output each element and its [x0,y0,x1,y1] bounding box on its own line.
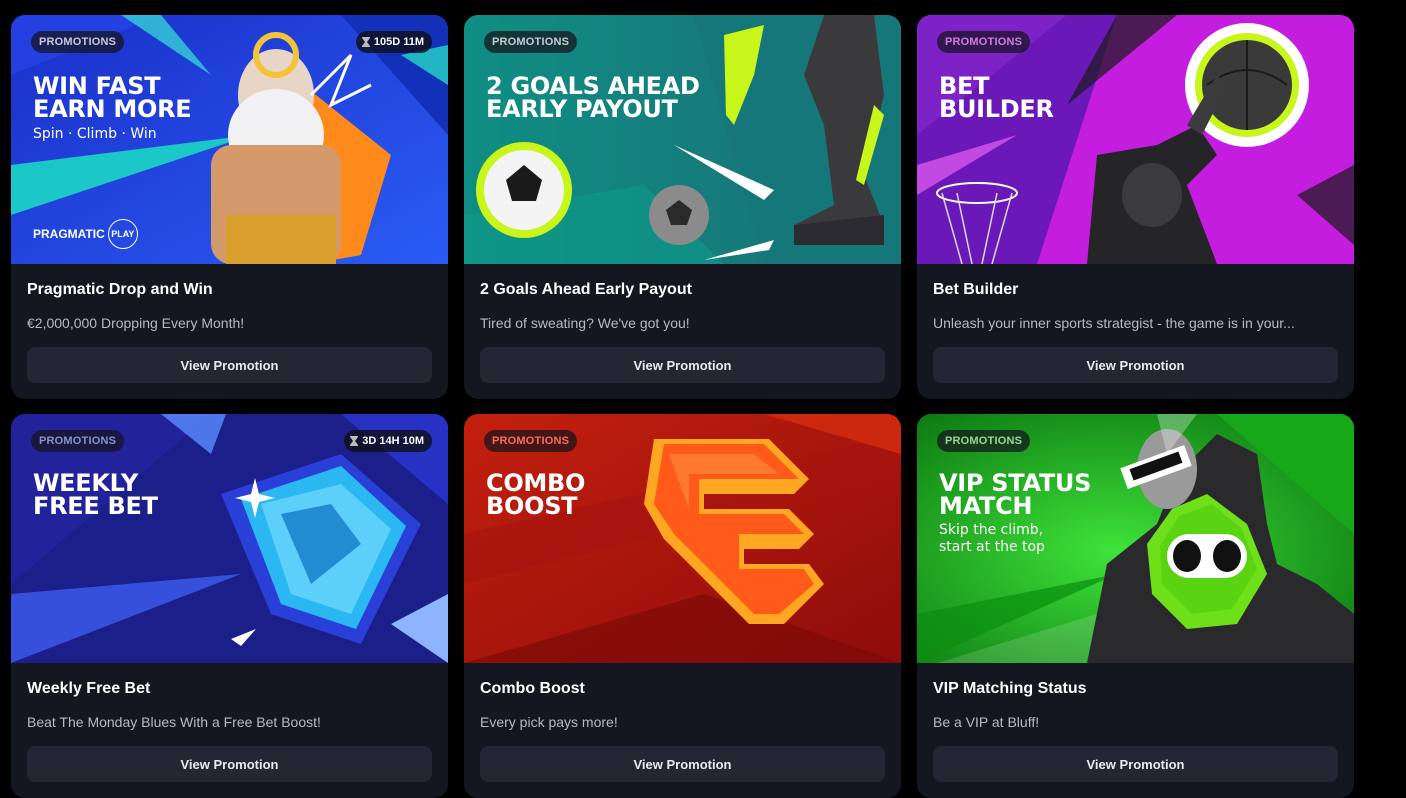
view-promotion-button[interactable]: View Promotion [480,347,885,383]
card-description: Unleash your inner sports strategist - t… [933,315,1295,331]
headline-line-2: EARN MORE [33,95,192,123]
headline-line-2: BUILDER [939,95,1054,123]
promo-banner-image[interactable]: PROMOTIONS 105D 11M WIN FAST EARN MORE S… [11,15,448,264]
promo-banner-image[interactable]: PROMOTIONS BET BUILDER [917,15,1354,264]
promotions-tag: PROMOTIONS [937,31,1031,53]
banner-headline: VIP STATUS MATCH [939,471,1091,520]
card-title: VIP Matching Status [933,680,1087,697]
banner-headline: 2 GOALS AHEAD EARLY PAYOUT [486,74,700,123]
view-promotion-button[interactable]: View Promotion [933,746,1338,782]
brand-suffix: PLAY [107,219,138,249]
card-description: Beat The Monday Blues With a Free Bet Bo… [27,714,321,730]
banner-headline: COMBO BOOST [486,471,585,520]
card-title: Bet Builder [933,281,1019,298]
timer-text: 3D 14H 10M [362,435,424,447]
promotions-tag: PROMOTIONS [31,31,125,53]
banner-headline: WIN FAST EARN MORE [33,74,192,123]
banner-headline: BET BUILDER [939,74,1054,123]
headline-line-2: FREE BET [33,492,158,520]
banner-headline: WEEKLY FREE BET [33,471,158,520]
countdown-timer: 3D 14H 10M [344,430,432,452]
promotions-tag: PROMOTIONS [937,430,1031,452]
promo-banner-image[interactable]: PROMOTIONS 3D 14H 10M WEEKLY FREE BET [11,414,448,663]
promo-banner-image[interactable]: PROMOTIONS 2 GOALS AHEAD EARLY PAYOUT [464,15,901,264]
card-title: Combo Boost [480,680,585,697]
subline-line-1: Skip the climb, [939,522,1044,538]
timer-text: 105D 11M [373,36,424,48]
promo-banner-image[interactable]: PROMOTIONS VIP STATUS MATCH Skip the cli… [917,414,1354,663]
card-title: Weekly Free Bet [27,680,151,697]
headline-line-2: EARLY PAYOUT [486,95,678,123]
promo-card-bet-builder[interactable]: PROMOTIONS BET BUILDER Bet Builder Unlea… [917,15,1354,399]
brand-name: PRAGMATIC [33,227,105,241]
pragmatic-play-logo: PRAGMATIC PLAY [33,219,138,249]
card-description: Be a VIP at Bluff! [933,714,1040,730]
view-promotion-button[interactable]: View Promotion [27,347,432,383]
card-description: €2,000,000 Dropping Every Month! [27,315,245,331]
promo-card-pragmatic[interactable]: PROMOTIONS 105D 11M WIN FAST EARN MORE S… [11,15,448,399]
view-promotion-button[interactable]: View Promotion [933,347,1338,383]
promo-card-weekly-free-bet[interactable]: PROMOTIONS 3D 14H 10M WEEKLY FREE BET We… [11,414,448,798]
promotions-tag: PROMOTIONS [484,31,578,53]
banner-subline: Spin · Climb · Win [33,126,157,142]
promo-banner-image[interactable]: PROMOTIONS COMBO BOOST [464,414,901,663]
banner-subline: Skip the climb, start at the top [939,522,1045,556]
promo-card-2-goals-ahead[interactable]: PROMOTIONS 2 GOALS AHEAD EARLY PAYOUT 2 … [464,15,901,399]
subline-line-2: start at the top [939,539,1045,555]
card-description: Every pick pays more! [480,714,618,730]
promo-card-combo-boost[interactable]: PROMOTIONS COMBO BOOST Combo Boost Every… [464,414,901,798]
card-title: 2 Goals Ahead Early Payout [480,281,692,298]
view-promotion-button[interactable]: View Promotion [27,746,432,782]
promotions-tag: PROMOTIONS [484,430,578,452]
promotions-tag: PROMOTIONS [31,430,125,452]
promo-card-vip-matching[interactable]: PROMOTIONS VIP STATUS MATCH Skip the cli… [917,414,1354,798]
hourglass-icon [361,37,370,47]
hourglass-icon [350,436,359,446]
card-description: Tired of sweating? We've got you! [480,315,690,331]
card-title: Pragmatic Drop and Win [27,281,213,298]
headline-line-2: MATCH [939,492,1033,520]
view-promotion-button[interactable]: View Promotion [480,746,885,782]
countdown-timer: 105D 11M [355,31,432,53]
headline-line-2: BOOST [486,492,578,520]
